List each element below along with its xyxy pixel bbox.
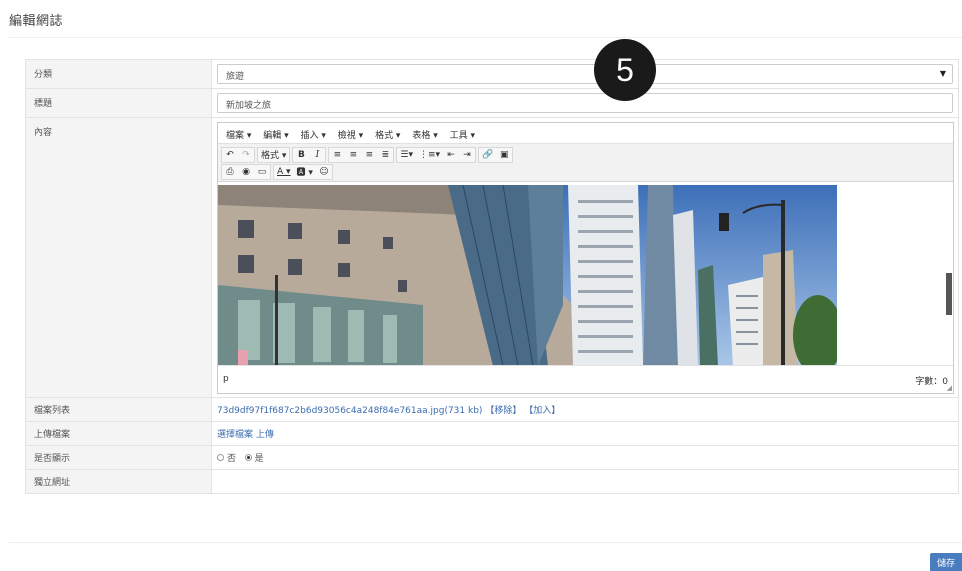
bold-icon[interactable]: B	[293, 147, 309, 162]
editor-toolbar: ↶ ↷ 格式 ▾ B I ≡ ≡ ≡ ≣ ☰▾ ⋮≡▾ ⇤ ⇥ 🔗 ▣ ⎙ ◉ …	[218, 144, 953, 182]
editor-content-area[interactable]	[218, 185, 953, 366]
upload-button[interactable]: 上傳	[256, 430, 274, 440]
rich-text-editor: 檔案 ▾ 編輯 ▾ 插入 ▾ 檢視 ▾ 格式 ▾ 表格 ▾ 工具 ▾ ↶ ↷ 格…	[217, 122, 954, 394]
save-button[interactable]: 儲存	[930, 553, 962, 571]
image-icon[interactable]: ▣	[496, 147, 512, 162]
italic-icon[interactable]: I	[309, 147, 325, 162]
category-select[interactable]: 旅遊 ▼	[217, 64, 953, 84]
add-file-link[interactable]: 【加入】	[524, 406, 560, 416]
content-label: 內容	[25, 117, 212, 398]
scrollbar-thumb[interactable]	[946, 273, 952, 315]
preview-icon[interactable]: ◉	[238, 164, 254, 179]
url-value[interactable]	[211, 469, 959, 494]
indent-icon[interactable]: ⇥	[459, 147, 475, 162]
file-list-label: 檔案列表	[25, 397, 212, 422]
remove-file-link[interactable]: 【移除】	[485, 406, 521, 416]
display-no-radio[interactable]	[217, 454, 224, 461]
page-title: 編輯網誌	[9, 14, 64, 29]
menu-table[interactable]: 表格 ▾	[412, 131, 437, 141]
bullet-list-icon[interactable]: ☰▾	[397, 147, 416, 162]
blog-edit-form: 分類 旅遊 ▼ 標題 新加坡之旅 內容 檔案 ▾ 編輯 ▾ 插入 ▾ 檢視 ▾ …	[25, 59, 959, 494]
display-label: 是否顯示	[25, 445, 212, 470]
menu-view[interactable]: 檢視 ▾	[338, 131, 363, 141]
emoticon-icon[interactable]: ☺	[316, 164, 332, 179]
editor-menubar: 檔案 ▾ 編輯 ▾ 插入 ▾ 檢視 ▾ 格式 ▾ 表格 ▾ 工具 ▾	[218, 123, 953, 144]
menu-file[interactable]: 檔案 ▾	[226, 131, 251, 141]
footer-divider	[9, 542, 962, 543]
menu-insert[interactable]: 插入 ▾	[301, 131, 326, 141]
title-input[interactable]: 新加坡之旅	[217, 93, 953, 113]
display-no-label: 否	[227, 454, 237, 464]
choose-file-button[interactable]: 選擇檔案	[217, 430, 253, 440]
undo-icon[interactable]: ↶	[222, 147, 238, 162]
element-path[interactable]: p	[223, 374, 229, 384]
editor-scrollbar[interactable]	[945, 185, 953, 366]
step-badge: 5	[594, 39, 656, 101]
title-divider	[9, 37, 962, 38]
chevron-down-icon: ▼	[939, 69, 946, 78]
align-justify-icon[interactable]: ≣	[377, 147, 393, 162]
url-label: 獨立網址	[25, 469, 212, 494]
display-yes-label: 是	[254, 454, 264, 464]
align-right-icon[interactable]: ≡	[361, 147, 377, 162]
redo-icon[interactable]: ↷	[238, 147, 254, 162]
display-yes-radio[interactable]	[244, 454, 252, 461]
menu-format[interactable]: 格式 ▾	[375, 131, 400, 141]
link-icon[interactable]: 🔗	[479, 147, 496, 162]
category-label: 分類	[25, 59, 212, 89]
embedded-photo	[218, 185, 837, 366]
editor-statusbar: p 字數：0 ◢	[218, 365, 953, 393]
format-dropdown[interactable]: 格式 ▾	[258, 147, 289, 162]
numbered-list-icon[interactable]: ⋮≡▾	[416, 147, 443, 162]
outdent-icon[interactable]: ⇤	[443, 147, 459, 162]
align-center-icon[interactable]: ≡	[345, 147, 361, 162]
file-link[interactable]: 73d9df97f1f687c2b6d93056c4a248f84e761aa.…	[217, 406, 482, 416]
category-value: 旅遊	[226, 72, 245, 82]
resize-handle-icon[interactable]: ◢	[947, 384, 952, 392]
upload-label: 上傳檔案	[25, 421, 212, 446]
menu-tools[interactable]: 工具 ▾	[450, 131, 475, 141]
background-color-icon[interactable]: 🅰 ▾	[294, 164, 316, 179]
menu-edit[interactable]: 編輯 ▾	[263, 131, 288, 141]
print-icon[interactable]: ⎙	[222, 164, 238, 179]
media-icon[interactable]: ▭	[254, 164, 270, 179]
align-left-icon[interactable]: ≡	[329, 147, 345, 162]
title-label: 標題	[25, 88, 212, 118]
word-count: 字數：0	[915, 377, 948, 387]
text-color-icon[interactable]: A ▾	[274, 164, 294, 179]
